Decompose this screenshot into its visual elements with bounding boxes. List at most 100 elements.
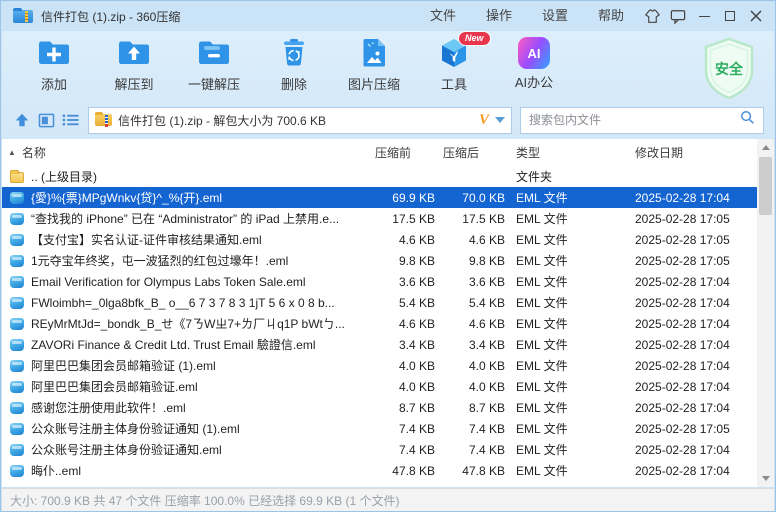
file-row[interactable]: 【支付宝】实名认证-证件审核结果通知.eml 4.6 KB 4.6 KB EML… xyxy=(2,229,757,250)
extract-folder-icon xyxy=(115,35,153,71)
file-row[interactable]: Email Verification for Olympus Labs Toke… xyxy=(2,271,757,292)
delete-button[interactable]: 删除 xyxy=(254,35,334,99)
toolbar-zone: 添加 解压到 一键解压 xyxy=(2,31,774,139)
toolbar: 添加 解压到 一键解压 xyxy=(14,35,574,99)
archive-path-bar[interactable]: 信件打包 (1).zip - 解包大小为 700.6 KB V xyxy=(88,107,512,134)
file-row[interactable]: 阿里巴巴集团会员邮箱验证 (1).eml 4.0 KB 4.0 KB EML 文… xyxy=(2,355,757,376)
scroll-down-icon[interactable] xyxy=(757,470,774,487)
date-cell: 2025-02-28 17:04 xyxy=(623,275,757,289)
extract-to-button[interactable]: 解压到 xyxy=(94,35,174,99)
file-name: {愛}%{票}MPgWnkv{贷}^_%{开}.eml xyxy=(31,189,222,206)
close-button[interactable] xyxy=(743,3,769,29)
scroll-up-icon[interactable] xyxy=(757,139,774,156)
size-before-cell: 17.5 KB xyxy=(363,212,435,226)
size-before-cell: 47.8 KB xyxy=(363,464,435,478)
file-name: .. (上级目录) xyxy=(31,168,97,185)
file-row[interactable]: 公众账号注册主体身份验证通知 (1).eml 7.4 KB 7.4 KB EML… xyxy=(2,418,757,439)
column-type[interactable]: 类型 xyxy=(505,144,623,161)
size-after-cell: 4.6 KB xyxy=(435,317,505,331)
add-folder-icon xyxy=(35,35,73,71)
file-type-icon xyxy=(10,381,24,393)
column-date[interactable]: 修改日期 xyxy=(623,144,757,161)
column-size-after[interactable]: 压缩后 xyxy=(435,144,505,161)
file-row[interactable]: 阿里巴巴集团会员邮箱验证.eml 4.0 KB 4.0 KB EML 文件 20… xyxy=(2,376,757,397)
date-cell: 2025-02-28 17:05 xyxy=(623,422,757,436)
type-cell: EML 文件 xyxy=(505,441,623,458)
tools-button[interactable]: New 工具 xyxy=(414,35,494,99)
file-type-icon xyxy=(10,297,24,309)
new-badge: New xyxy=(458,31,491,46)
file-type-icon xyxy=(10,339,24,351)
file-name-cell: ZAVORi Finance & Credit Ltd. Trust Email… xyxy=(2,336,363,353)
menu-actions[interactable]: 操作 xyxy=(471,1,527,31)
file-row[interactable]: 公众账号注册主体身份验证通知.eml 7.4 KB 7.4 KB EML 文件 … xyxy=(2,439,757,460)
size-after-cell: 4.0 KB xyxy=(435,359,505,373)
file-row[interactable]: ZAVORi Finance & Credit Ltd. Trust Email… xyxy=(2,334,757,355)
file-name: 感谢您注册使用此软件！.eml xyxy=(31,399,186,416)
safety-shield[interactable]: 安全 xyxy=(700,37,758,99)
theme-skin-icon[interactable] xyxy=(639,3,665,29)
file-name: “查找我的 iPhone” 已在 “Administrator” 的 iPad … xyxy=(31,210,339,227)
tools-label: 工具 xyxy=(441,74,467,93)
file-type-icon xyxy=(10,172,24,183)
file-row[interactable]: .. (上级目录) 文件夹 xyxy=(2,166,757,187)
file-name: REyMrMtJd=_bondk_B_せ《7ㄋWㄓ7+ㄌ厂ㄐq1P bWtㄅ..… xyxy=(31,315,345,332)
file-type-icon xyxy=(10,234,24,246)
one-click-extract-icon xyxy=(195,35,233,71)
file-row[interactable]: 感谢您注册使用此软件！.eml 8.7 KB 8.7 KB EML 文件 202… xyxy=(2,397,757,418)
file-row[interactable]: {愛}%{票}MPgWnkv{贷}^_%{开}.eml 69.9 KB 70.0… xyxy=(2,187,757,208)
file-row[interactable]: “查找我的 iPhone” 已在 “Administrator” 的 iPad … xyxy=(2,208,757,229)
file-name-cell: 1元夺宝年终奖，屯一波猛烈的红包过壕年！.eml xyxy=(2,252,363,269)
safety-label: 安全 xyxy=(700,59,758,79)
image-compress-button[interactable]: 图片压缩 xyxy=(334,35,414,99)
window-title: 信件打包 (1).zip - 360压缩 xyxy=(41,8,180,25)
search-icon[interactable] xyxy=(740,110,755,130)
file-type-icon xyxy=(10,444,24,456)
file-name: 阿里巴巴集团会员邮箱验证.eml xyxy=(31,378,198,395)
type-cell: EML 文件 xyxy=(505,315,623,332)
one-click-extract-button[interactable]: 一键解压 xyxy=(174,35,254,99)
vertical-scrollbar[interactable] xyxy=(757,139,774,487)
menu-help[interactable]: 帮助 xyxy=(583,1,639,31)
column-size-before[interactable]: 压缩前 xyxy=(363,144,435,161)
size-before-cell: 4.0 KB xyxy=(363,359,435,373)
column-name[interactable]: ▲ 名称 xyxy=(2,144,363,161)
ai-office-label: AI办公 xyxy=(515,72,553,91)
size-after-cell: 3.6 KB xyxy=(435,275,505,289)
menu-file[interactable]: 文件 xyxy=(415,1,471,31)
size-after-cell: 7.4 KB xyxy=(435,443,505,457)
menu-settings[interactable]: 设置 xyxy=(527,1,583,31)
size-after-cell: 3.4 KB xyxy=(435,338,505,352)
scrollbar-thumb[interactable] xyxy=(759,157,772,215)
add-button[interactable]: 添加 xyxy=(14,35,94,99)
file-row[interactable]: 晦仆..eml 47.8 KB 47.8 KB EML 文件 2025-02-2… xyxy=(2,460,757,481)
ai-office-button[interactable]: AI AI办公 xyxy=(494,35,574,99)
file-name-cell: 公众账号注册主体身份验证通知 (1).eml xyxy=(2,420,363,437)
up-directory-icon[interactable] xyxy=(10,108,34,132)
type-cell: EML 文件 xyxy=(505,378,623,395)
maximize-button[interactable] xyxy=(717,3,743,29)
file-row[interactable]: REyMrMtJd=_bondk_B_せ《7ㄋWㄓ7+ㄌ厂ㄐq1P bWtㄅ..… xyxy=(2,313,757,334)
file-name-cell: 阿里巴巴集团会员邮箱验证.eml xyxy=(2,378,363,395)
file-name: ZAVORi Finance & Credit Ltd. Trust Email… xyxy=(31,336,316,353)
view-list-icon[interactable] xyxy=(58,108,82,132)
file-type-icon xyxy=(10,318,24,330)
feedback-icon[interactable] xyxy=(665,3,691,29)
file-row[interactable]: FWloimbh=_0lga8bfk_B_ o__6 7 3 7 8 3 1jT… xyxy=(2,292,757,313)
size-before-cell: 4.6 KB xyxy=(363,317,435,331)
file-type-icon xyxy=(10,465,24,477)
sort-ascending-icon: ▲ xyxy=(8,148,16,157)
view-pane-icon[interactable] xyxy=(34,108,58,132)
date-cell: 2025-02-28 17:04 xyxy=(623,338,757,352)
status-bar: 大小: 700.9 KB 共 47 个文件 压缩率 100.0% 已经选择 69… xyxy=(2,488,774,511)
search-input[interactable] xyxy=(529,113,740,127)
file-name: 阿里巴巴集团会员邮箱验证 (1).eml xyxy=(31,357,216,374)
file-name-cell: {愛}%{票}MPgWnkv{贷}^_%{开}.eml xyxy=(2,189,363,206)
file-row[interactable]: 1元夺宝年终奖，屯一波猛烈的红包过壕年！.eml 9.8 KB 9.8 KB E… xyxy=(2,250,757,271)
file-name: Email Verification for Olympus Labs Toke… xyxy=(31,275,306,289)
path-dropdown-icon[interactable] xyxy=(495,117,505,123)
type-cell: EML 文件 xyxy=(505,210,623,227)
minimize-button[interactable] xyxy=(691,3,717,29)
date-cell: 2025-02-28 17:04 xyxy=(623,191,757,205)
type-cell: EML 文件 xyxy=(505,231,623,248)
